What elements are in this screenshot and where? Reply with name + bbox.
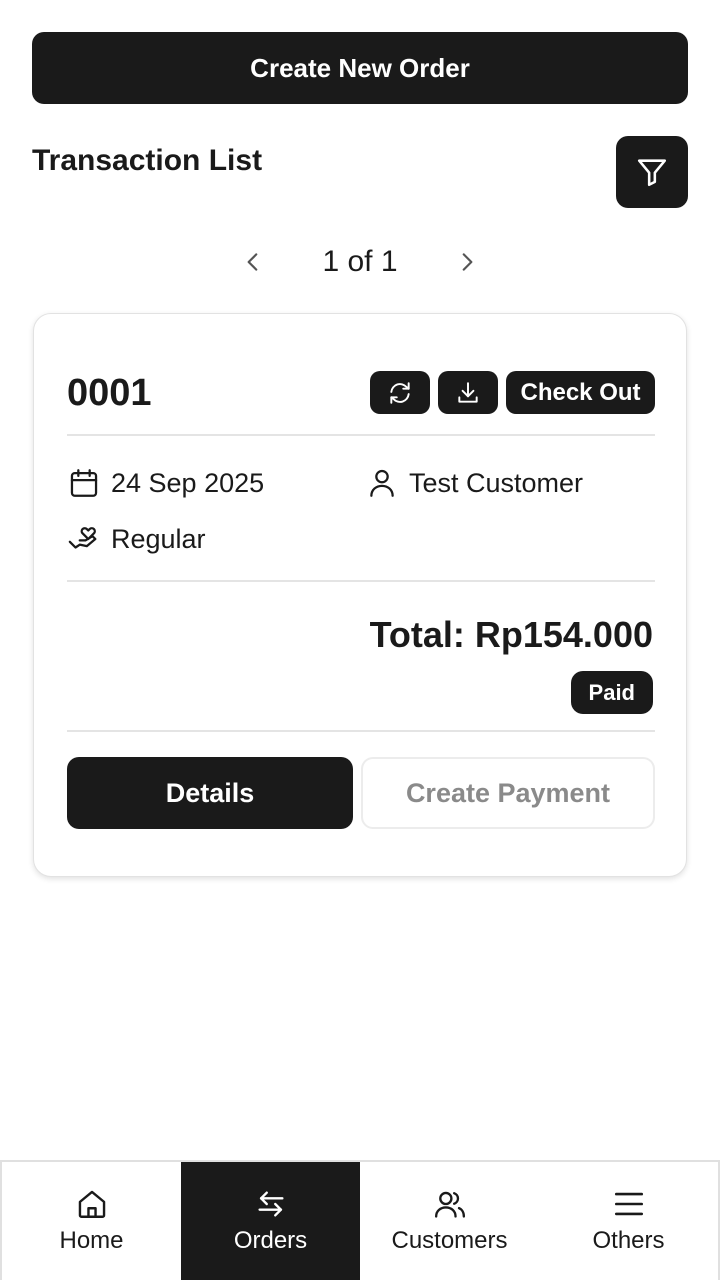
order-customer-text: Test Customer — [409, 467, 584, 498]
chevron-right-icon — [462, 253, 473, 271]
nav-item-label: Home — [59, 1227, 124, 1254]
nav-item-label: Others — [592, 1227, 665, 1254]
status-badge: Paid — [570, 671, 653, 714]
order-date: 24 Sep 2025 — [67, 466, 264, 500]
order-customer: Test Customer — [365, 466, 583, 500]
user-icon — [370, 469, 394, 497]
divider — [67, 434, 655, 436]
swap-arrows-icon — [257, 1191, 284, 1217]
order-id: 0001 — [67, 372, 152, 414]
nav-item-orders[interactable]: Orders — [181, 1162, 360, 1280]
download-button[interactable] — [438, 371, 498, 414]
chevron-left-icon — [247, 253, 258, 271]
divider — [67, 730, 655, 732]
bottom-navigation: Home Orders Customers Others — [0, 1160, 720, 1280]
order-total: Total: Rp154.000 — [369, 614, 653, 655]
filter-button[interactable] — [616, 136, 688, 208]
nav-item-label: Customers — [391, 1227, 508, 1254]
divider — [67, 580, 655, 582]
nav-item-label: Orders — [233, 1227, 308, 1254]
refresh-icon — [390, 381, 410, 404]
details-button[interactable]: Details — [67, 757, 353, 829]
calendar-icon — [70, 469, 98, 497]
create-new-order-button[interactable]: Create New Order — [32, 32, 688, 104]
menu-icon — [614, 1192, 643, 1216]
nav-item-customers[interactable]: Customers — [360, 1162, 539, 1280]
refresh-button[interactable] — [370, 371, 430, 414]
page-indicator: 1 of 1 — [322, 245, 398, 278]
order-card: 0001 Check Out 24 Sep 2025 Test Customer… — [33, 313, 687, 877]
page-title: Transaction List — [32, 144, 263, 177]
users-icon — [434, 1191, 465, 1218]
next-page-button[interactable] — [447, 242, 487, 282]
pagination: 1 of 1 — [0, 236, 720, 288]
order-service-type: Regular — [67, 522, 206, 556]
nav-item-home[interactable]: Home — [2, 1162, 181, 1280]
download-icon — [458, 381, 478, 403]
filter-icon — [637, 159, 667, 187]
order-date-text: 24 Sep 2025 — [111, 467, 265, 498]
previous-page-button[interactable] — [233, 242, 273, 282]
create-payment-button[interactable]: Create Payment — [361, 757, 655, 829]
nav-item-others[interactable]: Others — [539, 1162, 718, 1280]
home-icon — [78, 1190, 105, 1218]
hand-heart-icon — [68, 527, 97, 549]
order-service-type-text: Regular — [111, 523, 206, 554]
check-out-button[interactable]: Check Out — [506, 371, 655, 414]
